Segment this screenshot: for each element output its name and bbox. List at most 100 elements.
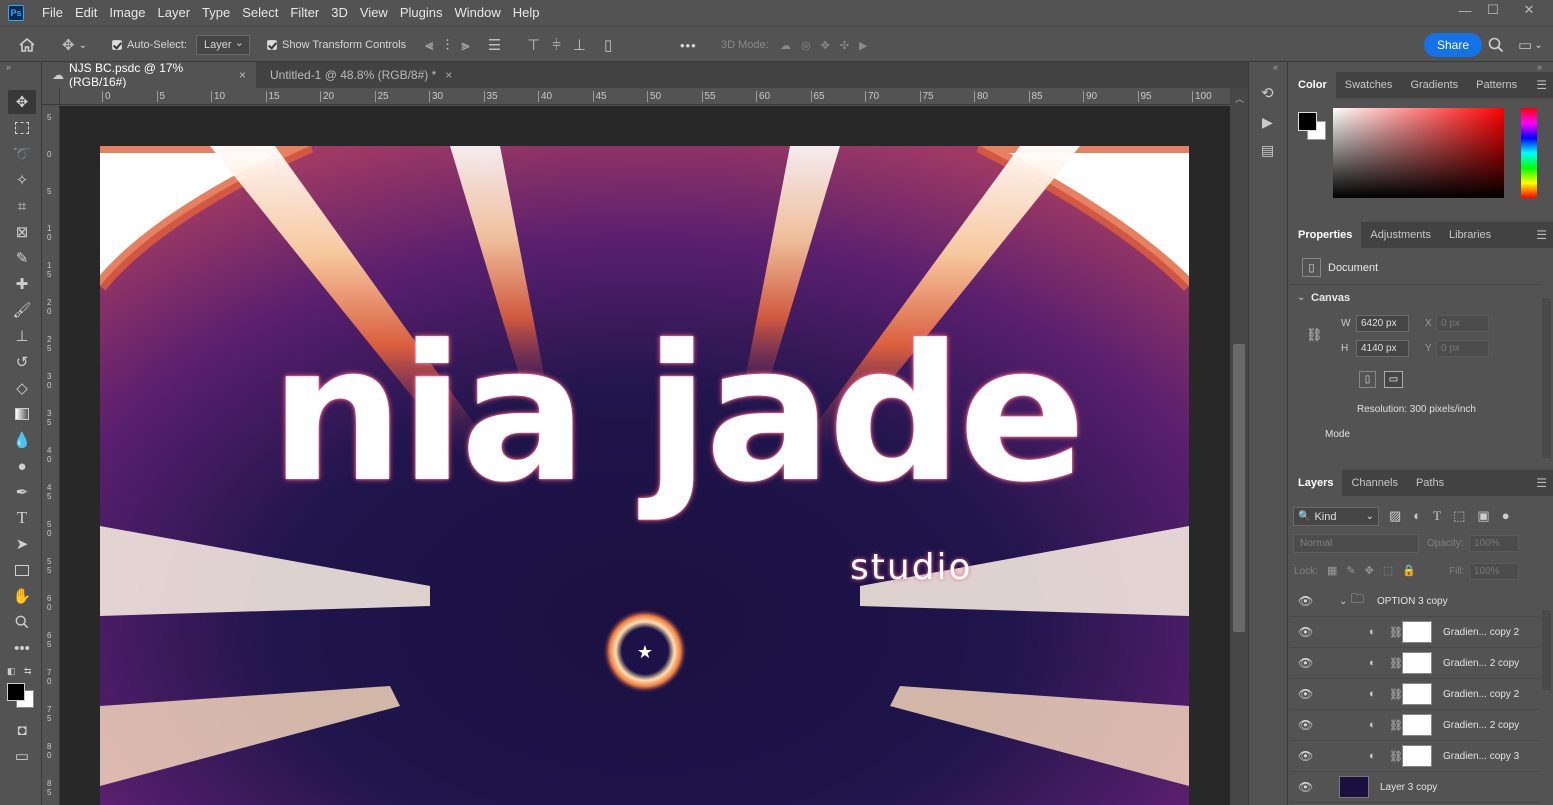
home-button[interactable] — [18, 27, 36, 63]
align-middle-icon[interactable]: ⫩ — [552, 37, 561, 54]
share-button[interactable]: Share — [1424, 33, 1483, 57]
link-icon[interactable]: ⛓ — [1389, 657, 1403, 670]
quick-mask-button[interactable]: ◘ — [8, 718, 36, 742]
tab-gradients[interactable]: Gradients — [1401, 72, 1467, 98]
link-icon[interactable]: ⛓ — [1389, 750, 1403, 763]
layer-mask-thumbnail[interactable] — [1402, 683, 1432, 705]
align-right-icon[interactable]: ⫸ — [461, 37, 469, 54]
blur-tool[interactable]: 💧 — [8, 428, 36, 452]
menu-type[interactable]: Type — [196, 0, 236, 26]
menu-view[interactable]: View — [354, 0, 394, 26]
x-field[interactable]: 0 px — [1436, 315, 1489, 332]
move-tool[interactable]: ✥ — [8, 90, 36, 114]
tab-channels[interactable]: Channels — [1342, 470, 1406, 496]
chevron-down-icon[interactable]: ⌄ — [1297, 292, 1305, 303]
visibility-eye-icon[interactable]: 👁 — [1298, 718, 1313, 732]
canvas-section-title[interactable]: Canvas — [1311, 292, 1350, 304]
y-field[interactable]: 0 px — [1436, 340, 1489, 357]
layer-row[interactable]: 👁 Layer 3 copy — [1289, 772, 1541, 803]
align-center-icon[interactable]: ⫶ — [445, 37, 449, 54]
tab-properties[interactable]: Properties — [1289, 222, 1362, 248]
zoom-tool[interactable] — [8, 610, 36, 634]
align-bottom-icon[interactable]: ⊥ — [573, 36, 586, 54]
comments-icon[interactable]: ▤ — [1261, 142, 1274, 159]
ruler-corner[interactable] — [42, 88, 60, 105]
crop-tool[interactable]: ⌗ — [8, 194, 36, 218]
menu-image[interactable]: Image — [103, 0, 151, 26]
tab-adjustments[interactable]: Adjustments — [1361, 222, 1440, 248]
layer-row[interactable]: 👁 ◐ ⛓ Gradien... copy 2 — [1289, 617, 1541, 648]
distribute-vertical-icon[interactable]: ▯ — [604, 36, 612, 54]
frame-tool[interactable]: ⊠ — [8, 220, 36, 244]
panel-menu-icon[interactable]: ☰ — [1536, 228, 1547, 242]
hue-slider[interactable] — [1521, 108, 1537, 198]
history-icon[interactable]: ⟲ — [1261, 84, 1274, 102]
history-brush-tool[interactable]: ↺ — [8, 350, 36, 374]
smart-object-filter-icon[interactable]: ▣ — [1477, 508, 1489, 524]
marquee-tool[interactable] — [8, 116, 36, 140]
layer-row[interactable]: 👁 ◐ ⛓ Gradien... copy 3 — [1289, 741, 1541, 772]
scrollbar-thumb[interactable] — [1233, 344, 1245, 632]
align-top-icon[interactable]: ⊤ — [527, 36, 540, 54]
lock-artboard-icon[interactable]: ⬚ — [1383, 564, 1393, 577]
horizontal-ruler[interactable]: 0 5 10 15 20 25 30 35 40 45 50 55 60 65 70 75 80 85 90 95 10… — [60, 88, 1230, 105]
menu-filter[interactable]: Filter — [284, 0, 325, 26]
layer-row[interactable]: 👁 ◐ ⛓ Gradien... 2 copy — [1289, 648, 1541, 679]
auto-select-dropdown[interactable]: Layer — [196, 35, 250, 55]
canvas-scrollbar[interactable]: ︿ — [1230, 88, 1248, 805]
layer-row[interactable]: 👁 ◐ ⛓ Gradien... copy 2 — [1289, 679, 1541, 710]
link-icon[interactable]: ⛓ — [1389, 719, 1403, 732]
lock-transparent-icon[interactable]: ▦ — [1327, 564, 1337, 577]
lasso-tool[interactable]: ➰ — [8, 142, 36, 166]
visibility-eye-icon[interactable]: 👁 — [1298, 625, 1313, 639]
close-tab-icon[interactable]: × — [445, 68, 452, 82]
visibility-eye-icon[interactable]: 👁 — [1298, 594, 1313, 608]
tab-swatches[interactable]: Swatches — [1336, 72, 1402, 98]
menu-select[interactable]: Select — [236, 0, 284, 26]
adjustment-filter-icon[interactable]: ◐ — [1413, 508, 1421, 524]
align-left-icon[interactable]: ⫷ — [425, 37, 433, 54]
portrait-icon[interactable]: ▯ — [1359, 371, 1376, 388]
visibility-eye-icon[interactable]: 👁 — [1298, 687, 1313, 701]
link-icon[interactable]: ⛓ — [1306, 327, 1323, 343]
brush-tool[interactable]: 🖌 — [8, 298, 36, 322]
collapse-icon[interactable]: » — [6, 62, 11, 72]
move-tool-preset[interactable]: ✥ ⌄ — [62, 27, 87, 63]
height-field[interactable]: 4140 px — [1356, 340, 1409, 357]
search-button[interactable] — [1488, 27, 1504, 63]
maximize-button[interactable]: ☐ — [1478, 0, 1508, 20]
opacity-field[interactable]: 100% — [1469, 535, 1519, 552]
layer-mask-thumbnail[interactable] — [1402, 621, 1432, 643]
edit-toolbar-button[interactable]: ••• — [8, 636, 36, 660]
pixel-filter-icon[interactable]: ▨ — [1389, 508, 1401, 524]
close-tab-icon[interactable]: × — [239, 68, 246, 82]
visibility-eye-icon[interactable]: 👁 — [1298, 780, 1313, 794]
auto-select-checkbox[interactable]: Auto-Select: — [112, 27, 187, 63]
type-tool[interactable]: T — [8, 506, 36, 530]
gradient-tool[interactable] — [8, 402, 36, 426]
visibility-eye-icon[interactable]: 👁 — [1298, 749, 1313, 763]
more-options-button[interactable]: ••• — [680, 27, 697, 63]
tab-libraries[interactable]: Libraries — [1440, 222, 1500, 248]
visibility-eye-icon[interactable]: 👁 — [1298, 656, 1313, 670]
3d-pan-icon[interactable]: ✥ — [821, 39, 830, 52]
shape-filter-icon[interactable]: ⬚ — [1453, 508, 1465, 524]
lock-pixels-icon[interactable]: ✎ — [1346, 564, 1355, 577]
layer-row[interactable]: 👁 ◐ ⛓ Gradien... 2 copy — [1289, 710, 1541, 741]
rectangle-tool[interactable] — [8, 558, 36, 582]
3d-roll-icon[interactable]: ◎ — [801, 39, 811, 52]
distribute-icon[interactable]: ☰ — [488, 36, 501, 54]
chevron-down-icon[interactable]: ⌄ — [1339, 596, 1347, 607]
magic-wand-tool[interactable]: ✧ — [8, 168, 36, 192]
canvas-area[interactable]: ★ nia jade studio — [60, 106, 1230, 805]
color-foreground-swatch[interactable] — [1298, 112, 1317, 131]
tab-paths[interactable]: Paths — [1407, 470, 1453, 496]
collapse-panels-icon[interactable]: » — [1537, 62, 1542, 72]
3d-slide-icon[interactable]: ✣ — [840, 39, 849, 52]
menu-window[interactable]: Window — [448, 0, 506, 26]
color-picker-field[interactable] — [1333, 108, 1504, 198]
layer-mask-thumbnail[interactable] — [1402, 714, 1432, 736]
swap-colors-icon[interactable]: ⇆ — [24, 666, 32, 677]
screen-mode-button[interactable]: ▭ — [8, 744, 36, 768]
show-transform-controls-checkbox[interactable]: Show Transform Controls — [267, 27, 406, 63]
